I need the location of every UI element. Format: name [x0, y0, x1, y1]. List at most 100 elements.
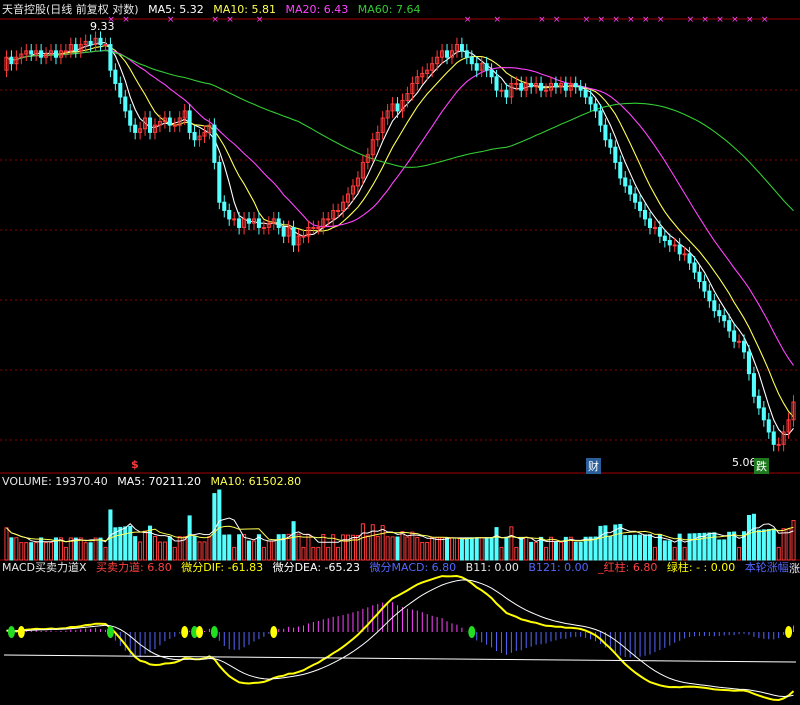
- cross-marker-99: ×: [494, 15, 502, 25]
- candle-body-38: [192, 131, 197, 141]
- candle-body-44: [222, 201, 227, 211]
- candle-body-119: [593, 103, 598, 112]
- candle-body-14: [73, 44, 78, 52]
- volume-bar-43: [217, 489, 222, 561]
- volume-bar-132: [657, 534, 662, 561]
- volume-bar-29: [147, 525, 153, 561]
- candle-body-65: [326, 218, 331, 221]
- volume-bar-25: [128, 525, 133, 561]
- volume-bar-15: [78, 537, 83, 561]
- volume-bar-72: [360, 523, 365, 561]
- volume-bar-78: [390, 536, 395, 561]
- candle-body-113: [563, 82, 568, 91]
- cross-marker-123: ×: [612, 15, 620, 25]
- macd-signal-dot-42: [210, 626, 218, 638]
- cross-marker-111: ×: [553, 15, 561, 25]
- volume-bar-135: [672, 546, 677, 561]
- volume-bar-61: [306, 533, 311, 561]
- macd-trail-label: 涨: [789, 562, 800, 575]
- dif-line: [6, 574, 795, 702]
- volume-bar-19: [98, 537, 103, 561]
- cross-marker-129: ×: [642, 15, 650, 25]
- volume-bar-76: [380, 525, 385, 561]
- cross-marker-153: ×: [761, 15, 769, 25]
- volume-bar-47: [237, 534, 242, 561]
- volume-bar-90: [449, 537, 455, 561]
- candle-body-92: [459, 44, 464, 52]
- volume-bar-74: [370, 524, 375, 561]
- candle-body-143: [712, 300, 717, 312]
- candle-body-137: [682, 253, 687, 256]
- volume-bar-44: [222, 534, 227, 561]
- candle-body-150: [746, 351, 752, 375]
- candle-body-42: [212, 124, 217, 163]
- volume-bar-82: [410, 531, 415, 561]
- volume-bar-30: [152, 536, 158, 561]
- candle-body-34: [172, 124, 177, 127]
- candle-body-98: [489, 69, 494, 78]
- volume-bar-158: [786, 528, 791, 561]
- volume-bar-0: [4, 527, 9, 561]
- volume-bar-150: [746, 515, 752, 561]
- candle-body-120: [598, 110, 603, 126]
- macd-base-line: [3, 654, 797, 663]
- volume-bar-80: [400, 531, 405, 561]
- volume-bar-126: [628, 534, 633, 561]
- cross-marker-141: ×: [701, 15, 709, 25]
- candle-body-127: [633, 193, 638, 203]
- volume-bar-152: [756, 529, 761, 561]
- volume-bar-139: [692, 533, 697, 561]
- volume-bar-106: [529, 541, 534, 561]
- candle-body-115: [573, 82, 578, 88]
- candle-body-22: [113, 69, 118, 84]
- candle-body-67: [336, 209, 341, 212]
- volume-bar-1: [9, 537, 14, 561]
- volume-bar-65: [326, 546, 331, 561]
- high-price-label: 9.33: [90, 20, 115, 33]
- volume-bar-121: [603, 525, 608, 561]
- volume-bar-49: [246, 540, 252, 561]
- volume-bar-116: [578, 541, 583, 561]
- volume-bar-153: [761, 529, 766, 561]
- candle-body-47: [237, 218, 242, 228]
- volume-bar-86: [430, 537, 435, 561]
- volume-legend: VOLUME: 19370.40 MA5: 70211.20 MA10: 615…: [2, 474, 307, 490]
- volume-bar-125: [623, 535, 628, 561]
- b121-label: B121: 0.00: [528, 561, 589, 574]
- volume-bar-68: [341, 534, 346, 561]
- volume-bar-108: [539, 536, 544, 561]
- candle-body-10: [53, 50, 59, 58]
- stock-label: 天音控股(日线 前复权 对数): [2, 3, 139, 16]
- candle-body-79: [395, 103, 400, 112]
- macd-panel: [3, 574, 797, 702]
- volume-bar-9: [48, 542, 54, 561]
- candle-body-142: [707, 290, 712, 302]
- green-label: 绿柱: - : 0.00: [666, 561, 736, 574]
- volume-bar-33: [167, 536, 172, 561]
- volume-bar-97: [484, 537, 489, 561]
- candle-body-26: [133, 124, 138, 133]
- macd-signal-dot-21: [106, 626, 114, 638]
- volume-bar-104: [519, 536, 524, 561]
- volume-bar-70: [350, 534, 356, 561]
- candle-body-25: [128, 110, 133, 126]
- cross-marker-144: ×: [716, 15, 724, 25]
- candle-body-148: [737, 340, 742, 343]
- candle-body-146: [727, 320, 732, 332]
- candle-body-99: [494, 76, 499, 91]
- volume-bar-23: [118, 526, 123, 561]
- candle-body-17: [88, 40, 93, 46]
- volume-bar-148: [737, 546, 742, 561]
- dea-line: [6, 579, 794, 698]
- volume-bar-51: [256, 534, 261, 561]
- volume-bar-50: [251, 540, 257, 561]
- volume-bar-3: [19, 542, 24, 561]
- volume-bar-159: [791, 519, 796, 561]
- volume-bar-55: [276, 534, 281, 561]
- red-label: _红柱: 6.80: [598, 561, 658, 574]
- candle-body-49: [246, 218, 252, 224]
- volume-bar-142: [707, 532, 712, 561]
- volume-bar-26: [133, 536, 138, 561]
- volume-bar-144: [717, 539, 722, 561]
- volume-bar-131: [652, 546, 657, 561]
